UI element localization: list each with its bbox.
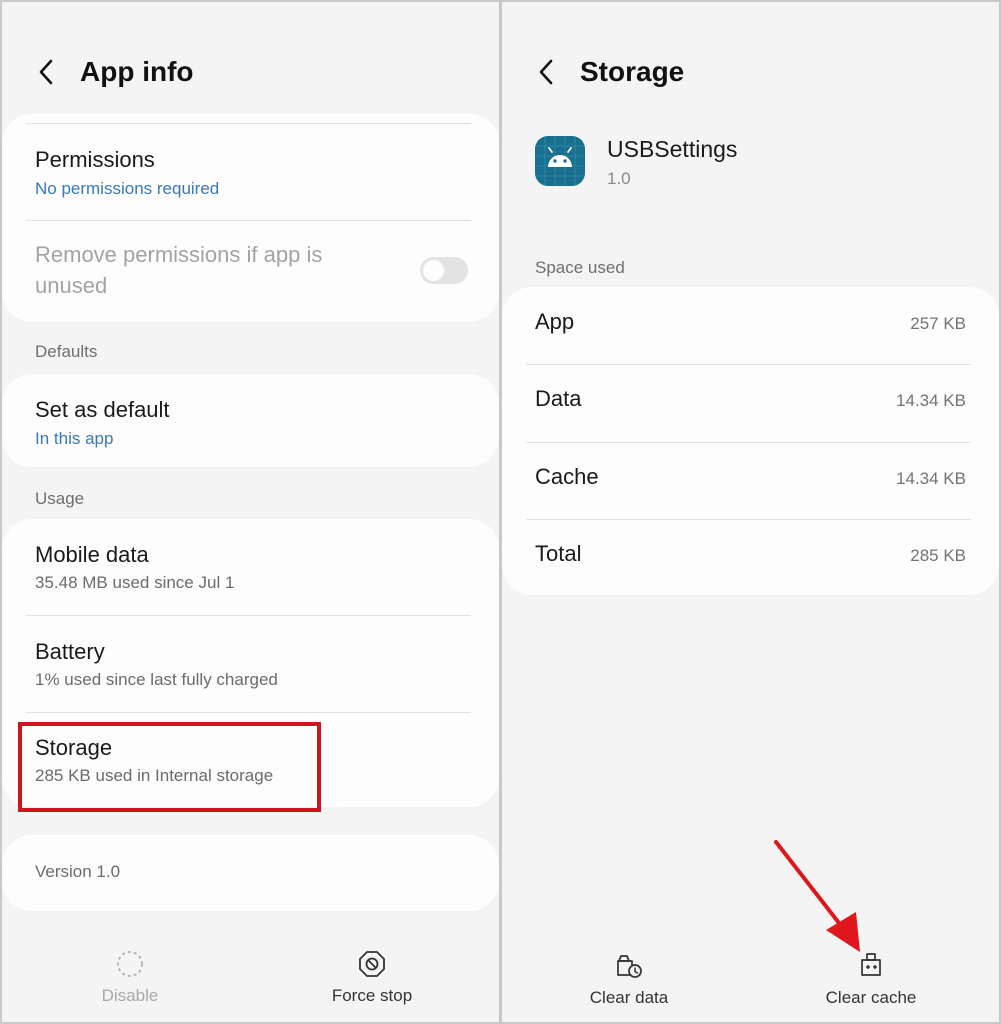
storage-row-cache: Cache 14.34 KB — [535, 442, 966, 519]
app-info-header: App info — [32, 50, 194, 94]
row-value: 257 KB — [910, 314, 966, 333]
force-stop-icon — [359, 951, 385, 977]
row-label: Total — [535, 541, 582, 566]
app-header: USBSettings 1.0 — [535, 136, 955, 196]
storage-highlight-box — [18, 722, 321, 812]
mobile-data-subtitle: 35.48 MB used since Jul 1 — [35, 573, 235, 592]
battery-title: Battery — [35, 639, 105, 664]
back-arrow-icon[interactable] — [32, 58, 60, 86]
storage-header: Storage — [532, 50, 684, 94]
battery-item[interactable]: Battery 1% used since last fully charged — [35, 636, 471, 696]
app-name: USBSettings — [607, 136, 738, 162]
page-title: App info — [80, 56, 194, 87]
app-version: 1.0 — [607, 169, 631, 188]
permissions-item[interactable]: Permissions No permissions required — [35, 142, 471, 212]
permissions-card: Permissions No permissions required Remo… — [2, 114, 499, 322]
battery-subtitle: 1% used since last fully charged — [35, 670, 278, 689]
set-as-default-title: Set as default — [35, 397, 170, 422]
android-icon — [535, 136, 585, 186]
clear-cache-label: Clear cache — [825, 988, 917, 1007]
remove-permissions-item[interactable]: Remove permissions if app is unused — [35, 236, 471, 308]
permissions-title: Permissions — [35, 147, 155, 172]
set-as-default-item[interactable]: Set as default In this app — [35, 394, 471, 454]
section-space-used: Space used — [535, 258, 625, 277]
section-defaults: Defaults — [35, 342, 98, 361]
page-title: Storage — [580, 56, 685, 87]
version-card: Version 1.0 — [2, 835, 499, 911]
disable-label: Disable — [101, 986, 159, 1005]
disable-button[interactable]: Disable — [80, 950, 180, 1006]
force-stop-button[interactable]: Force stop — [312, 950, 432, 1006]
toggle-knob — [423, 260, 444, 281]
divider — [26, 615, 471, 616]
force-stop-label: Force stop — [331, 986, 413, 1005]
set-as-default-subtitle: In this app — [35, 429, 114, 448]
mobile-data-title: Mobile data — [35, 542, 149, 567]
pointer-arrow — [774, 840, 860, 952]
storage-row-total: Total 285 KB — [535, 519, 966, 596]
storage-row-data: Data 14.34 KB — [535, 364, 966, 441]
space-used-card: App 257 KB Data 14.34 KB Cache 14.34 KB … — [502, 287, 999, 595]
defaults-card: Set as default In this app — [2, 374, 499, 467]
divider — [26, 220, 471, 221]
clear-data-label: Clear data — [589, 988, 669, 1007]
section-usage: Usage — [35, 489, 85, 508]
permissions-subtitle: No permissions required — [35, 179, 220, 198]
row-label: Data — [535, 386, 582, 411]
clear-data-icon — [617, 955, 642, 978]
storage-row-app: App 257 KB — [535, 287, 966, 364]
mobile-data-item[interactable]: Mobile data 35.48 MB used since Jul 1 — [35, 539, 471, 599]
version-label: Version 1.0 — [35, 862, 121, 881]
back-arrow-icon[interactable] — [532, 58, 560, 86]
app-info-panel: App info Permissions No permissions requ… — [2, 2, 499, 1022]
disable-icon — [117, 951, 143, 977]
row-value: 14.34 KB — [896, 391, 966, 410]
row-label: Cache — [535, 464, 599, 489]
row-value: 285 KB — [910, 546, 966, 565]
remove-permissions-label: Remove permissions if app is unused — [35, 242, 323, 298]
row-value: 14.34 KB — [896, 469, 966, 488]
storage-panel: Storage USBSettings 1.0 Space used App 2… — [502, 2, 999, 1022]
clear-data-button[interactable]: Clear data — [579, 950, 679, 1008]
divider — [26, 712, 471, 713]
clear-cache-button[interactable]: Clear cache — [811, 950, 931, 1008]
divider — [26, 123, 471, 124]
clear-cache-icon — [861, 953, 881, 976]
row-label: App — [535, 309, 575, 334]
remove-permissions-toggle[interactable] — [420, 257, 468, 284]
